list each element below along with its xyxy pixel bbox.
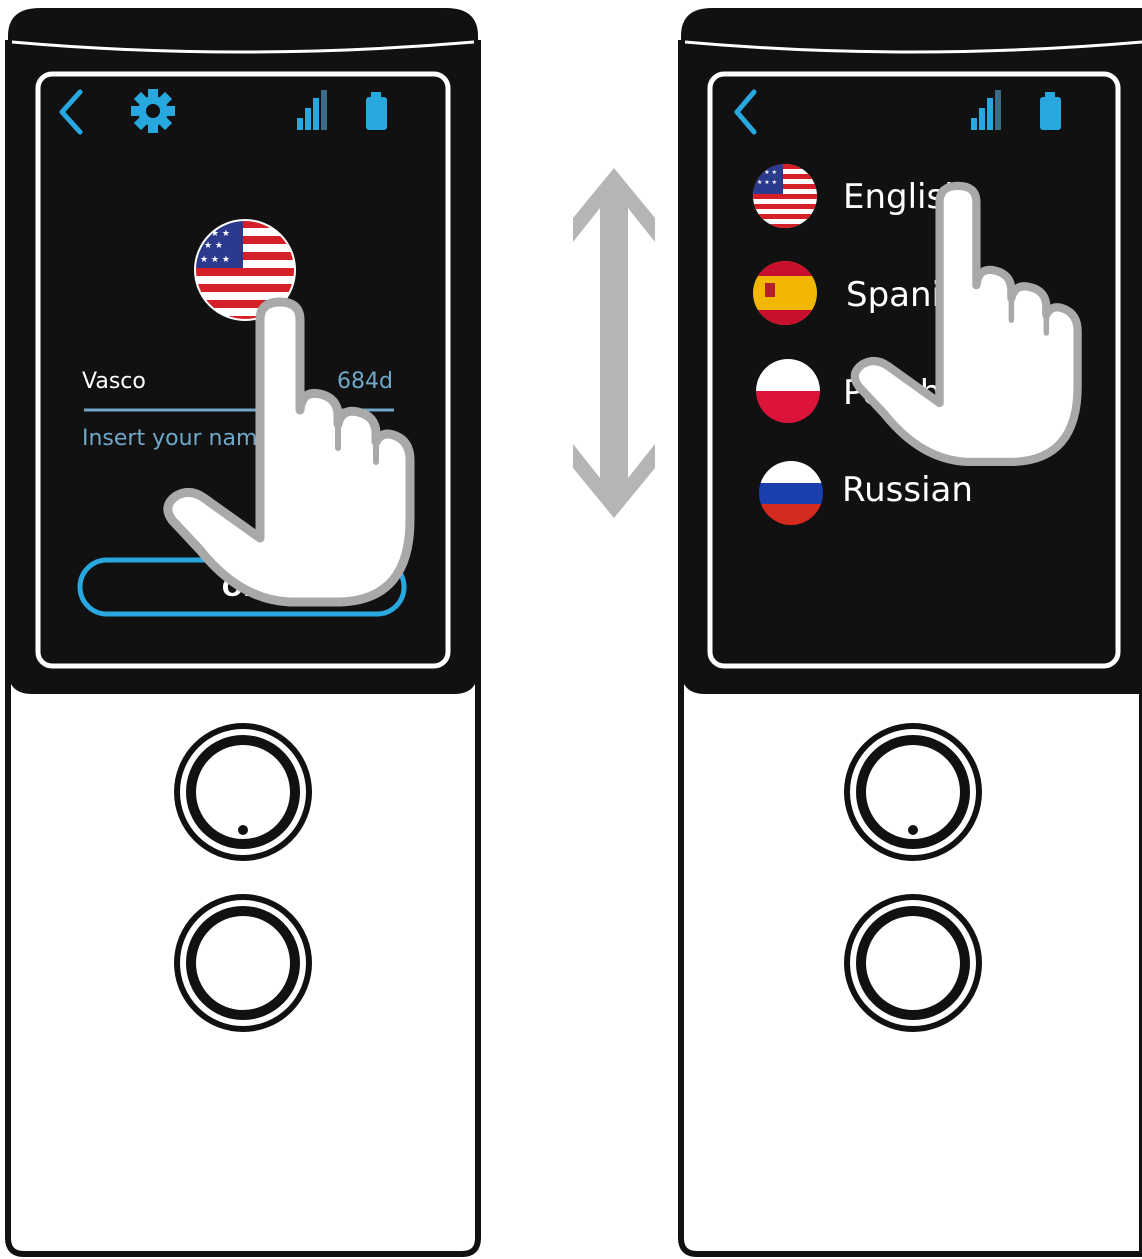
illustration-canvas: ★ ★ ★ ★ ★ ★ ★ ★ Vasco 684d Insert your n…	[5, 8, 1142, 1257]
battery-icon	[366, 92, 387, 130]
gear-icon[interactable]	[131, 89, 175, 133]
hardware-button-top[interactable]	[844, 723, 982, 861]
left-device: ★ ★ ★ ★ ★ ★ ★ ★ Vasco 684d Insert your n…	[5, 8, 481, 1257]
hardware-button-bottom[interactable]	[174, 894, 312, 1032]
hardware-button-top[interactable]	[174, 723, 312, 861]
battery-icon	[1040, 92, 1061, 130]
right-device: ★ ★ ★ ★ ★ ★ English Spani Polish	[678, 8, 1142, 1257]
language-label: Spani	[846, 275, 941, 315]
poland-flag-icon	[756, 359, 820, 423]
double-arrow-vertical-icon	[573, 168, 655, 518]
svg-text:★ ★ ★: ★ ★ ★	[200, 255, 230, 265]
svg-text:★ ★: ★ ★	[204, 241, 223, 251]
spain-flag-icon	[753, 261, 817, 325]
svg-text:★ ★ ★: ★ ★ ★	[757, 179, 777, 186]
name-input-value[interactable]: Vasco	[82, 369, 146, 394]
day-counter: 684d	[337, 369, 393, 394]
language-label: Russian	[842, 470, 973, 510]
name-input-placeholder[interactable]: Insert your nam	[82, 426, 257, 451]
hardware-button-bottom[interactable]	[844, 894, 982, 1032]
